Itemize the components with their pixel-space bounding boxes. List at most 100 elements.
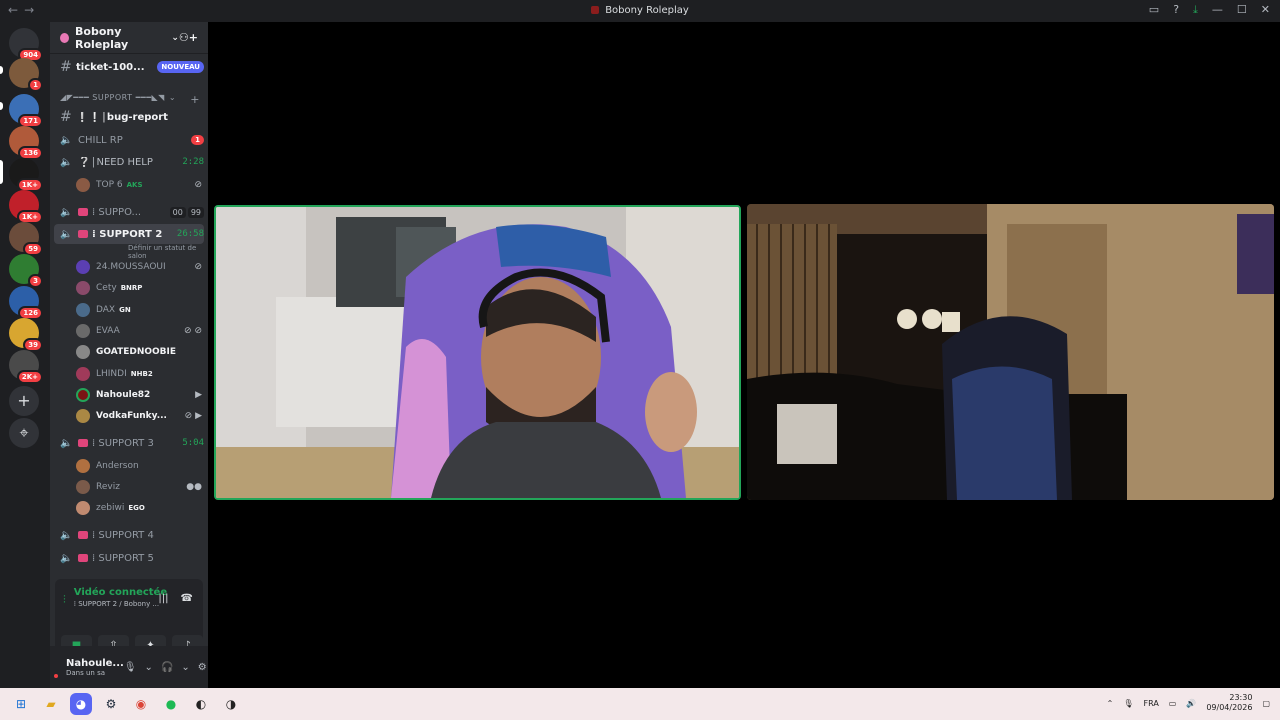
direct-messages-icon[interactable]: 904: [9, 28, 43, 62]
server-badge: 3: [28, 274, 43, 288]
channel-emoji-icon: [78, 439, 88, 447]
voice-channel-support-5[interactable]: 🔈 ⁞ SUPPORT 5: [54, 548, 204, 568]
user-limit: 99: [187, 206, 204, 218]
server-badge: 2K+: [16, 370, 43, 384]
chevron-up-icon[interactable]: ⌃: [1107, 699, 1114, 708]
app-icon[interactable]: ◑: [220, 693, 242, 715]
user-count: 00: [169, 206, 186, 218]
voice-user[interactable]: Reviz ●●: [76, 477, 202, 497]
channel-bug-report[interactable]: # ❕❕│bug-report: [54, 107, 204, 127]
server-icon[interactable]: 126: [9, 286, 43, 320]
close-icon[interactable]: ✕: [1261, 3, 1270, 17]
voice-channel-need-help[interactable]: 🔈 ❔│NEED HELP 2:28: [54, 152, 204, 172]
download-icon[interactable]: ⤓: [1193, 3, 1198, 17]
discover-icon[interactable]: ⌖: [9, 418, 39, 448]
server-folder-icon[interactable]: 2K+: [9, 350, 43, 384]
channel-emoji-icon: [78, 230, 88, 238]
voice-user[interactable]: DAX GN: [76, 300, 202, 320]
server-icon[interactable]: 1K+: [9, 158, 43, 192]
avatar: [76, 303, 90, 317]
video-feed-image: [747, 204, 1274, 500]
voice-channel-support-2[interactable]: 🔈 ⁞ SUPPORT 2 26:58: [54, 224, 204, 244]
avatar: [76, 345, 90, 359]
time: 23:30: [1229, 693, 1253, 702]
voice-actions: ||| ☎: [158, 593, 193, 604]
server-icon[interactable]: 59: [9, 222, 43, 256]
notification-icon[interactable]: ▢: [1262, 699, 1270, 708]
add-server-icon[interactable]: +: [9, 386, 39, 416]
voice-user-self[interactable]: Nahoule82 ▶: [76, 385, 202, 405]
server-logo-icon: [591, 6, 600, 14]
microphone-icon[interactable]: 🎙: [124, 662, 137, 673]
voice-user[interactable]: EVAA ⊘ ⊘: [76, 321, 202, 341]
voice-user[interactable]: Cety BNRP: [76, 278, 202, 298]
help-icon[interactable]: ?: [1173, 3, 1179, 17]
muted-icon: ⊘ ⊘: [184, 326, 202, 336]
server-icon[interactable]: 1: [9, 58, 43, 92]
user-panel: Nahoule... Dans un sa 🎙 ⌄ 🎧 ⌄ ⚙: [50, 646, 208, 688]
video-tile[interactable]: [747, 204, 1274, 500]
taskbar-apps: ⊞ ▰ ◕ ⚙ ◉ ● ◐ ◑: [10, 693, 242, 715]
avatar: [76, 459, 90, 473]
maximize-icon[interactable]: ☐: [1237, 3, 1247, 17]
connected-channel[interactable]: ⁞ SUPPORT 2 / Bobony ...: [74, 600, 167, 608]
server-icon[interactable]: 39: [9, 318, 43, 352]
channel-ticket[interactable]: # ticket-100... NOUVEAU: [54, 57, 204, 77]
chevron-down-icon: ⌄: [171, 32, 179, 43]
avatar: [76, 388, 90, 402]
server-boost-icon: [60, 32, 70, 43]
server-header[interactable]: Bobony Roleplay ⌄ ⚇+: [50, 22, 208, 54]
system-tray: ⌃ 🎙 FRA ▭ 🔊 23:30 09/04/2026 ▢: [1107, 693, 1270, 713]
voice-user[interactable]: Anderson: [76, 456, 202, 476]
network-icon[interactable]: ▭: [1169, 699, 1177, 708]
microphone-icon[interactable]: 🎙: [1123, 699, 1133, 708]
avatar: [76, 367, 90, 381]
game-launcher-icon[interactable]: ◐: [190, 693, 212, 715]
headphones-icon[interactable]: 🎧: [161, 662, 173, 673]
minimize-icon[interactable]: —: [1212, 3, 1223, 17]
volume-icon[interactable]: 🔊: [1186, 699, 1196, 708]
server-name: Bobony Roleplay: [75, 24, 129, 51]
server-icon[interactable]: 171: [9, 94, 43, 128]
deafened-icon: ⊘: [194, 180, 202, 190]
voice-user[interactable]: LHINDI NHB2: [76, 364, 202, 384]
chevron-down-icon[interactable]: ⌄: [145, 662, 153, 673]
spotify-icon[interactable]: ●: [160, 693, 182, 715]
call-timer: 5:04: [182, 438, 204, 448]
server-icon[interactable]: 136: [9, 126, 43, 160]
chrome-icon[interactable]: ◉: [130, 693, 152, 715]
voice-user[interactable]: GOATEDNOOBIE: [76, 342, 202, 362]
date: 09/04/2026: [1206, 703, 1253, 712]
windows-start-icon[interactable]: ⊞: [10, 693, 32, 715]
voice-channel-support-3[interactable]: 🔈 ⁞ SUPPORT 3 5:04: [54, 433, 204, 453]
selected-pill: [0, 160, 3, 184]
voice-user[interactable]: TOP 6 AKS ⊘: [76, 175, 202, 195]
server-icon[interactable]: 3: [9, 254, 43, 288]
title-bar: ← → Bobony Roleplay ▭ ? ⤓ — ☐ ✕: [0, 0, 1280, 22]
steam-icon[interactable]: ⚙: [100, 693, 122, 715]
channel-emoji-icon: [78, 554, 88, 562]
discord-icon[interactable]: ◕: [70, 693, 92, 715]
clock[interactable]: 23:30 09/04/2026: [1206, 693, 1252, 713]
noise-suppression-icon[interactable]: |||: [158, 593, 168, 604]
inbox-icon[interactable]: ▭: [1149, 3, 1159, 17]
create-channel-icon[interactable]: +: [190, 93, 200, 106]
category-support[interactable]: ◢◤━━━ SUPPORT ━━━◣◥ ⌄ +: [60, 93, 200, 106]
voice-user[interactable]: zebiwi EGO: [76, 498, 202, 518]
voice-user[interactable]: 24.MOUSSAOUI ⊘: [76, 257, 202, 277]
invite-people-icon[interactable]: ⚇+: [179, 31, 198, 44]
connection-status[interactable]: ⫶ Vidéo connectée ⁞ SUPPORT 2 / Bobony .…: [63, 587, 167, 608]
gear-icon[interactable]: ⚙: [198, 662, 207, 673]
file-explorer-icon[interactable]: ▰: [40, 693, 62, 715]
speaker-icon: 🔈: [60, 529, 73, 541]
voice-user[interactable]: VodkaFunky... ⊘ ▶: [76, 406, 202, 426]
language-indicator[interactable]: FRA: [1143, 699, 1158, 708]
chevron-down-icon[interactable]: ⌄: [181, 662, 189, 673]
window-title: Bobony Roleplay: [0, 5, 1280, 16]
voice-channel-support-4[interactable]: 🔈 ⁞ SUPPORT 4: [54, 525, 204, 545]
voice-channel-chill-rp[interactable]: 🔈 CHILL RP 1: [54, 130, 204, 150]
voice-channel-support-1[interactable]: 🔈 ⁞ SUPPO... 00 99: [54, 202, 204, 222]
disconnect-icon[interactable]: ☎: [181, 593, 193, 604]
server-icon[interactable]: 1K+: [9, 190, 43, 224]
video-tile-speaking[interactable]: [214, 205, 741, 500]
